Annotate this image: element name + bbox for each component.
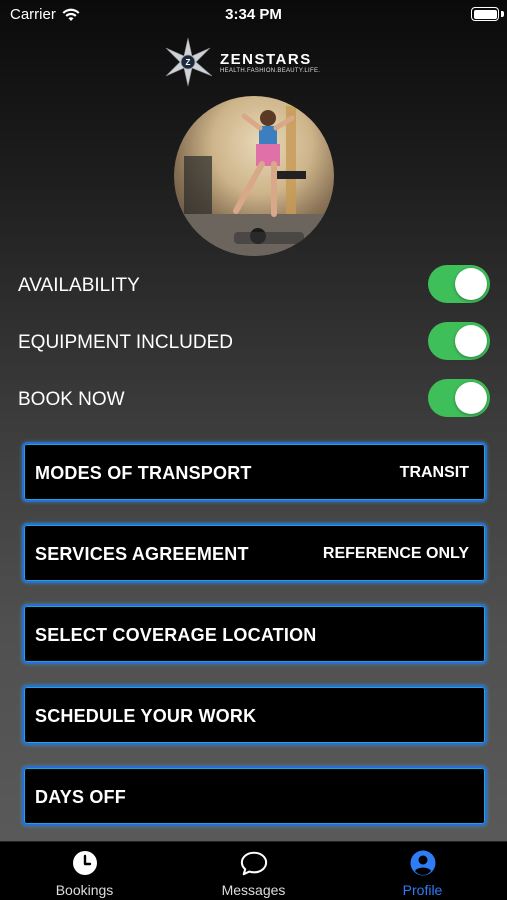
tab-label: Bookings bbox=[55, 882, 114, 898]
equipment-included-label: EQUIPMENT INCLUDED bbox=[18, 332, 234, 353]
menu-label: SELECT COVERAGE LOCATION bbox=[35, 625, 317, 645]
modes-of-transport-button[interactable]: MODES OF TRANSPORT TRANSIT bbox=[22, 442, 487, 502]
toggle-knob bbox=[455, 382, 487, 414]
battery-tip bbox=[501, 11, 504, 17]
profile-avatar[interactable] bbox=[174, 96, 334, 256]
select-coverage-location-button[interactable]: SELECT COVERAGE LOCATION bbox=[22, 604, 487, 664]
tab-profile[interactable]: Profile bbox=[338, 842, 507, 900]
tab-label: Profile bbox=[402, 882, 443, 898]
book-now-row: BOOK NOW bbox=[18, 379, 492, 419]
zenstars-logo: Z ZENSTARS HEALTH.FASHION.BEAUTY.LIFE. bbox=[162, 36, 320, 88]
battery-icon bbox=[471, 7, 499, 21]
tab-bar: Bookings Messages Profile bbox=[0, 841, 507, 900]
tab-messages[interactable]: Messages bbox=[169, 842, 338, 900]
book-now-label: BOOK NOW bbox=[18, 389, 125, 410]
person-icon bbox=[410, 850, 435, 876]
services-agreement-button[interactable]: SERVICES AGREEMENT REFERENCE ONLY bbox=[22, 523, 487, 583]
equipment-included-row: EQUIPMENT INCLUDED bbox=[18, 322, 492, 362]
menu-value: REFERENCE ONLY bbox=[322, 545, 469, 562]
menu-label: MODES OF TRANSPORT bbox=[35, 463, 252, 483]
chat-bubble-icon bbox=[240, 851, 267, 876]
status-bar: Carrier 3:34 PM bbox=[0, 0, 507, 28]
toggle-knob bbox=[455, 268, 487, 300]
tab-label: Messages bbox=[221, 882, 286, 898]
logo-name: ZENSTARS bbox=[220, 50, 312, 68]
availability-toggle[interactable] bbox=[428, 265, 490, 303]
equipment-included-toggle[interactable] bbox=[428, 322, 490, 360]
availability-label: AVAILABILITY bbox=[18, 275, 140, 296]
menu-label: SERVICES AGREEMENT bbox=[35, 544, 249, 564]
days-off-button[interactable]: DAYS OFF bbox=[22, 766, 487, 826]
tab-bookings[interactable]: Bookings bbox=[0, 842, 169, 900]
menu-label: SCHEDULE YOUR WORK bbox=[35, 706, 257, 726]
schedule-your-work-button[interactable]: SCHEDULE YOUR WORK bbox=[22, 685, 487, 745]
menu-value: TRANSIT bbox=[399, 464, 469, 481]
profile-photo-image bbox=[174, 106, 334, 256]
book-now-toggle[interactable] bbox=[428, 379, 490, 417]
star-logo-icon: Z bbox=[165, 37, 213, 87]
status-time: 3:34 PM bbox=[225, 6, 282, 23]
toggle-knob bbox=[455, 325, 487, 357]
menu-label: DAYS OFF bbox=[35, 787, 126, 807]
svg-text:Z: Z bbox=[186, 58, 191, 67]
logo-tagline: HEALTH.FASHION.BEAUTY.LIFE. bbox=[220, 67, 321, 74]
availability-row: AVAILABILITY bbox=[18, 265, 492, 305]
clock-icon bbox=[72, 851, 97, 875]
